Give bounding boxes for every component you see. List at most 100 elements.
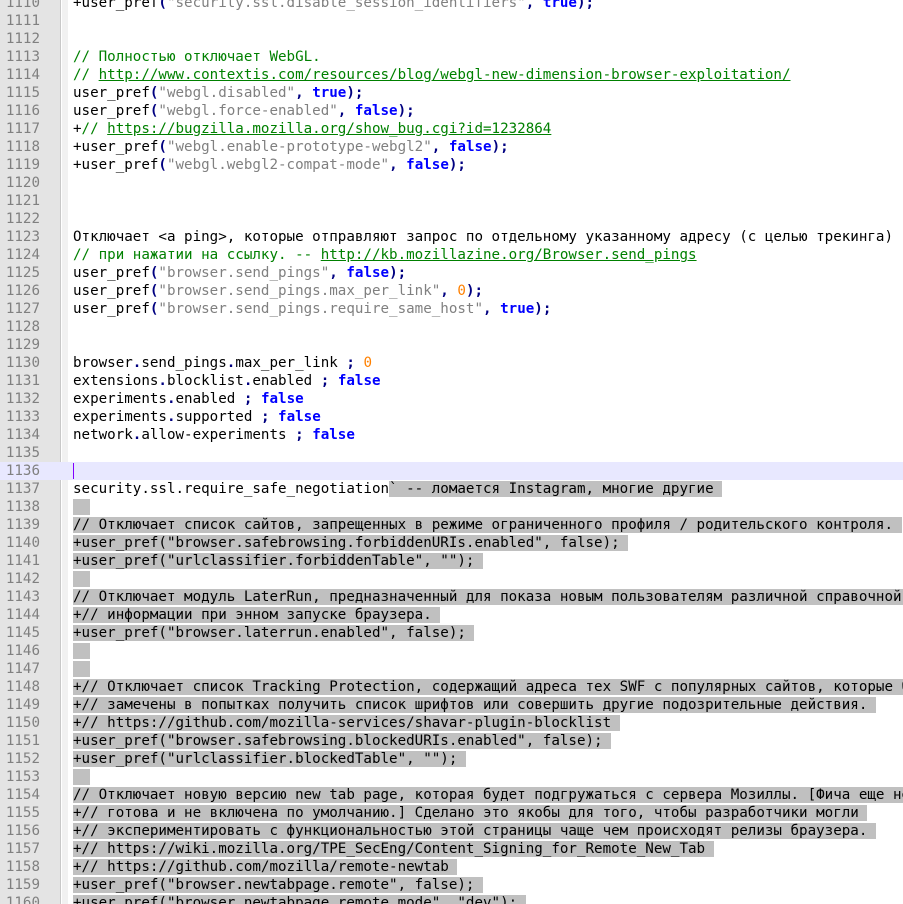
code-text[interactable]: user_pref("webgl.disabled", true); (73, 84, 363, 102)
line-number[interactable]: 1132 (0, 390, 40, 408)
code-line[interactable]: 1120 (0, 174, 903, 192)
code-text[interactable]: extensions.blocklist.enabled ; false (73, 372, 381, 390)
code-line[interactable]: 1159 +user_pref("browser.newtabpage.remot… (0, 876, 903, 894)
code-line[interactable]: 1128 (0, 318, 903, 336)
code-text[interactable]: experiments.supported ; false (73, 408, 321, 426)
line-number[interactable]: 1111 (0, 12, 40, 30)
code-line[interactable]: 1112 (0, 30, 903, 48)
code-line[interactable]: 1155 +// готова и не включена по умолчани… (0, 804, 903, 822)
code-line[interactable]: 1137 security.ssl.require_safe_negotiatio… (0, 480, 903, 498)
line-number[interactable]: 1127 (0, 300, 40, 318)
line-number[interactable]: 1118 (0, 138, 40, 156)
code-line[interactable]: 1111 (0, 12, 903, 30)
code-line[interactable]: 1146 (0, 642, 903, 660)
line-number[interactable]: 1138 (0, 498, 40, 516)
line-number[interactable]: 1133 (0, 408, 40, 426)
code-text[interactable]: +user_pref("browser.newtabpage.remote", … (73, 876, 483, 894)
line-number[interactable]: 1124 (0, 246, 40, 264)
code-text[interactable]: +// готова и не включена по умолчанию.] … (73, 804, 868, 822)
line-number[interactable]: 1152 (0, 750, 40, 768)
code-line[interactable]: 1126 user_pref("browser.send_pings.max_pe… (0, 282, 903, 300)
current-line[interactable]: 1136 (0, 462, 903, 480)
line-number[interactable]: 1158 (0, 858, 40, 876)
line-number[interactable]: 1150 (0, 714, 40, 732)
code-line[interactable]: 1133 experiments.supported ; false (0, 408, 903, 426)
line-number[interactable]: 1136 (0, 462, 40, 480)
line-number[interactable]: 1137 (0, 480, 40, 498)
code-text[interactable]: +// https://github.com/mozilla/remote-ne… (73, 858, 458, 876)
line-number[interactable]: 1123 (0, 228, 40, 246)
code-line[interactable]: 1117 +// https://bugzilla.mozilla.org/sho… (0, 120, 903, 138)
line-number[interactable]: 1112 (0, 30, 40, 48)
code-line[interactable]: 1114 // http://www.contextis.com/resource… (0, 66, 903, 84)
code-text[interactable]: experiments.enabled ; false (73, 390, 304, 408)
line-number[interactable]: 1140 (0, 534, 40, 552)
code-line[interactable]: 1135 (0, 444, 903, 462)
code-text[interactable]: +// Отключает список Tracking Protection… (73, 678, 903, 696)
code-text[interactable] (73, 498, 91, 516)
line-number[interactable]: 1130 (0, 354, 40, 372)
line-number[interactable]: 1110 (0, 0, 40, 12)
line-number[interactable]: 1122 (0, 210, 40, 228)
line-number[interactable]: 1144 (0, 606, 40, 624)
code-text[interactable]: security.ssl.require_safe_negotiation` -… (73, 480, 723, 498)
line-number[interactable]: 1154 (0, 786, 40, 804)
code-line[interactable]: 1144 +// информации при энном запуске бра… (0, 606, 903, 624)
line-number[interactable]: 1120 (0, 174, 40, 192)
code-text[interactable] (73, 768, 91, 786)
code-line[interactable]: 1152 +user_pref("urlclassifier.blockedTab… (0, 750, 903, 768)
code-text[interactable]: Отключает <a ping>, которые отправляют з… (73, 228, 893, 246)
code-text[interactable]: +user_pref("webgl.enable-prototype-webgl… (73, 138, 509, 156)
code-line[interactable]: 1158 +// https://github.com/mozilla/remot… (0, 858, 903, 876)
code-text[interactable]: +user_pref("browser.laterrun.enabled", f… (73, 624, 475, 642)
code-text[interactable]: user_pref("browser.send_pings.max_per_li… (73, 282, 483, 300)
line-number[interactable]: 1129 (0, 336, 40, 354)
line-number[interactable]: 1143 (0, 588, 40, 606)
code-line[interactable]: 1141 +user_pref("urlclassifier.forbiddenT… (0, 552, 903, 570)
code-text[interactable]: +// экспериментировать с функциональност… (73, 822, 876, 840)
code-line[interactable]: 1113 // Полностью отключает WebGL. (0, 48, 903, 66)
code-text[interactable]: +// замечены в попытках получить список … (73, 696, 876, 714)
line-number[interactable]: 1159 (0, 876, 40, 894)
line-number[interactable]: 1115 (0, 84, 40, 102)
code-text[interactable] (73, 642, 91, 660)
code-line[interactable]: 1124 // при нажатии на ссылку. -- http://… (0, 246, 903, 264)
code-text[interactable]: // при нажатии на ссылку. -- http://kb.m… (73, 246, 697, 264)
line-number[interactable]: 1125 (0, 264, 40, 282)
line-number[interactable]: 1145 (0, 624, 40, 642)
line-number[interactable]: 1139 (0, 516, 40, 534)
code-line[interactable]: 1138 (0, 498, 903, 516)
line-number[interactable]: 1119 (0, 156, 40, 174)
code-line[interactable]: 1115 user_pref("webgl.disabled", true); (0, 84, 903, 102)
code-line[interactable]: 1119 +user_pref("webgl.webgl2-compat-mode… (0, 156, 903, 174)
code-text[interactable]: +user_pref("security.ssl.disable_session… (73, 0, 594, 12)
code-line[interactable]: 1143 // Отключает модуль LaterRun, предна… (0, 588, 903, 606)
line-number[interactable]: 1142 (0, 570, 40, 588)
code-line[interactable]: 1134 network.allow-experiments ; false (0, 426, 903, 444)
line-number[interactable]: 1114 (0, 66, 40, 84)
code-text[interactable]: +user_pref("webgl.webgl2-compat-mode", f… (73, 156, 466, 174)
code-text[interactable]: +// информации при энном запуске браузер… (73, 606, 441, 624)
line-number[interactable]: 1148 (0, 678, 40, 696)
code-text[interactable]: +// https://wiki.mozilla.org/TPE_SecEng/… (73, 840, 714, 858)
code-text[interactable]: user_pref("webgl.force-enabled", false); (73, 102, 415, 120)
code-text[interactable]: // Полностью отключает WebGL. (73, 48, 321, 66)
code-text[interactable]: // http://www.contextis.com/resources/bl… (73, 66, 791, 84)
code-text[interactable]: // Отключает новую версию new tab page, … (73, 786, 903, 804)
line-number[interactable]: 1113 (0, 48, 40, 66)
line-number[interactable]: 1151 (0, 732, 40, 750)
line-number[interactable]: 1131 (0, 372, 40, 390)
line-number[interactable]: 1147 (0, 660, 40, 678)
line-number[interactable]: 1160 (0, 894, 40, 904)
code-text[interactable]: user_pref("browser.send_pings", false); (73, 264, 406, 282)
code-text[interactable] (73, 570, 91, 588)
code-line[interactable]: 1148 +// Отключает список Tracking Protec… (0, 678, 903, 696)
code-line[interactable]: 1131 extensions.blocklist.enabled ; false (0, 372, 903, 390)
code-text[interactable]: network.allow-experiments ; false (73, 426, 355, 444)
code-text[interactable]: user_pref("browser.send_pings.require_sa… (73, 300, 551, 318)
code-line[interactable]: 1127 user_pref("browser.send_pings.requir… (0, 300, 903, 318)
code-text[interactable]: +user_pref("browser.safebrowsing.blocked… (73, 732, 612, 750)
code-line[interactable]: 1118 +user_pref("webgl.enable-prototype-w… (0, 138, 903, 156)
code-line[interactable]: 1147 (0, 660, 903, 678)
code-editor[interactable]: 1110 +user_pref("security.ssl.disable_ses… (0, 0, 903, 904)
